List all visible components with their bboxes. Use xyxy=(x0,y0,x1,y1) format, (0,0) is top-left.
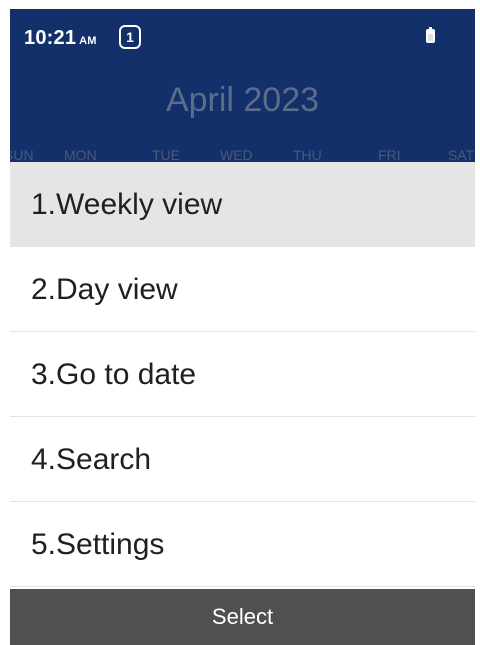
menu-item-weekly-view[interactable]: 1.Weekly view xyxy=(10,162,475,247)
calendar-header: April 2023 SUN MON TUE WED THU FRI SAT xyxy=(10,67,475,163)
softkey-select-button[interactable]: Select xyxy=(10,589,475,645)
weekday-label: TUE xyxy=(152,147,180,163)
battery-level xyxy=(428,34,433,41)
weekday-label: FRI xyxy=(378,147,401,163)
menu-item-go-to-date[interactable]: 3.Go to date xyxy=(10,332,475,417)
weekday-label: SAT xyxy=(448,147,475,163)
phone-screen: 10:21AM 1 April 2023 SUN MON TUE WED THU… xyxy=(10,9,475,645)
month-title: April 2023 xyxy=(165,81,320,119)
menu-item-day-view[interactable]: 2.Day view xyxy=(10,247,475,332)
clock-time: 10:21 xyxy=(24,27,77,49)
sim-slot-icon: 1 xyxy=(119,25,141,49)
options-menu: 1.Weekly view 2.Day view 3.Go to date 4.… xyxy=(10,162,475,587)
status-clock: 10:21 AM xyxy=(24,27,97,50)
weekday-label: THU xyxy=(293,147,322,163)
battery-icon xyxy=(426,27,435,43)
menu-item-search[interactable]: 4.Search xyxy=(10,417,475,502)
menu-item-settings[interactable]: 5.Settings xyxy=(10,502,475,587)
clock-ampm: AM xyxy=(79,35,97,47)
weekday-label: WED xyxy=(220,147,253,163)
weekday-label: SUN xyxy=(10,147,34,163)
status-bar: 10:21 AM 1 xyxy=(10,9,475,67)
weekday-label: MON xyxy=(64,147,97,163)
